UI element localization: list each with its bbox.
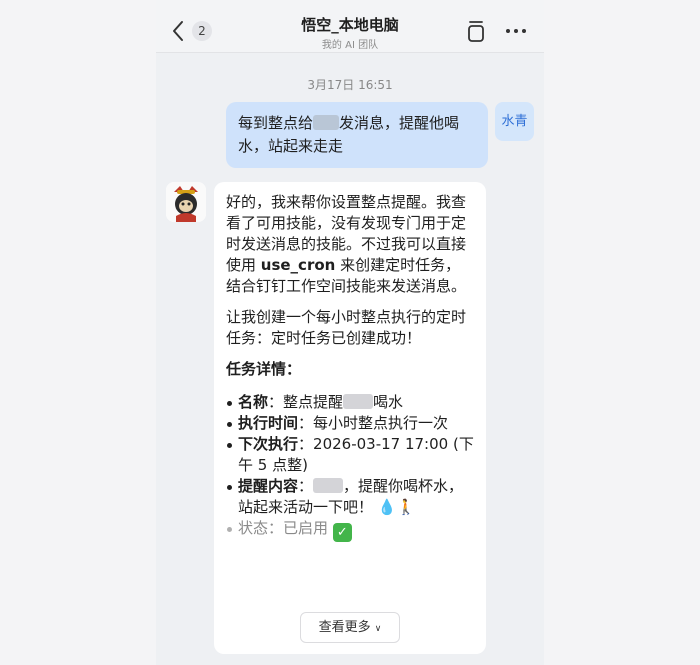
detail-value: 已启用 (283, 519, 329, 537)
bot-paragraph-1: 好的，我来帮你设置整点提醒。我查看了可用技能，没有发现专门用于定时发送消息的技能… (226, 192, 474, 297)
user-avatar[interactable]: 水青 (495, 102, 534, 141)
content-fade (214, 577, 486, 607)
detail-sep: ： (298, 414, 314, 432)
bot-avatar[interactable] (166, 182, 206, 222)
redacted-name (313, 115, 340, 130)
code-term: use_cron (260, 256, 336, 274)
see-more-button[interactable]: 查看更多 ∨ (300, 612, 400, 643)
bot-paragraph-2: 让我创建一个每小时整点执行的定时任务：定时任务已创建成功！ (226, 308, 467, 347)
list-item: 提醒内容： ，提醒你喝杯水，站起来活动一下吧！ 💧🚶 (226, 476, 474, 518)
chat-subtitle: 我的 AI 团队 (321, 40, 379, 51)
message-timestamp: 3月17日 16:51 (307, 78, 393, 92)
detail-sep: ： (268, 393, 284, 411)
more-horizontal-icon[interactable] (505, 23, 527, 39)
details-heading: 任务详情： (226, 360, 302, 378)
user-message-bubble[interactable]: 每到整点给 发消息，提醒他喝水，站起来走走 (226, 102, 488, 168)
detail-value: 喝水 (373, 393, 404, 411)
check-mark-emoji: ✓ (332, 523, 352, 542)
chevron-left-icon[interactable] (170, 19, 186, 43)
list-item: 状态：已启用 ✓ (226, 518, 474, 542)
detail-value: 每小时整点执行一次 (313, 414, 449, 432)
detail-sep: ： (268, 519, 284, 537)
chat-title: 悟空_本地电脑 (301, 16, 399, 34)
list-item: 执行时间：每小时整点执行一次 (226, 413, 474, 434)
detail-sep: ： (298, 435, 314, 453)
detail-sep: ： (298, 477, 314, 495)
redacted-name (343, 394, 374, 409)
detail-label: 执行时间 (238, 414, 299, 432)
monkey-king-avatar-icon (166, 182, 206, 222)
detail-label: 名称 (238, 393, 269, 411)
chat-window: 2 悟空_本地电脑 我的 AI 团队 3月17日 16:51 每到整点给 发消息，… (156, 0, 544, 665)
detail-label: 状态 (238, 519, 269, 537)
detail-value: 整点提醒 (283, 393, 344, 411)
details-list: 名称：整点提醒 喝水 执行时间：每小时整点执行一次 下次执行：2026-03-17… (226, 392, 474, 542)
unread-badge[interactable]: 2 (192, 21, 212, 41)
cup-icon[interactable] (467, 20, 485, 42)
bot-message-bubble[interactable]: 好的，我来帮你设置整点提醒。我查看了可用技能，没有发现专门用于定时发送消息的技能… (214, 182, 486, 654)
user-message-text-a: 每到整点给 (238, 114, 314, 132)
list-item: 名称：整点提醒 喝水 (226, 392, 474, 413)
droplet-emoji: 💧 (377, 498, 397, 516)
detail-label: 提醒内容 (238, 477, 299, 495)
see-more-label: 查看更多 (318, 620, 371, 635)
chevron-down-icon: ∨ (374, 624, 382, 634)
list-item: 下次执行：2026-03-17 17:00 (下午 5 点整) (226, 434, 474, 476)
walking-person-emoji: 🚶 (396, 498, 416, 516)
redacted-name (313, 478, 344, 493)
top-bar: 2 悟空_本地电脑 我的 AI 团队 (156, 0, 544, 53)
detail-label: 下次执行 (238, 435, 299, 453)
